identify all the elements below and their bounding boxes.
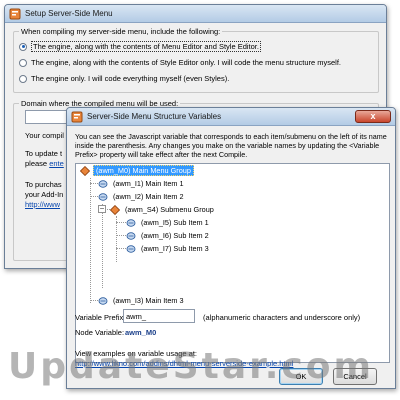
- tree-node-main-item-3[interactable]: (awm_I3) Main Item 3: [98, 295, 186, 306]
- tree-node-main-menu-group[interactable]: (awm_M0) Main Menu Group: [80, 165, 194, 176]
- app-icon: [71, 111, 83, 123]
- option-engine-only[interactable]: The engine only. I will code everything …: [19, 73, 229, 84]
- menu-item-icon: [98, 192, 108, 201]
- option-engine-menu-style[interactable]: The engine, along with the contents of M…: [19, 41, 261, 52]
- update-info-line2: please ente: [25, 159, 64, 168]
- compile-options-label: When compiling my server-side menu, incl…: [19, 27, 223, 36]
- update-info-text: To update t: [25, 149, 63, 158]
- option-label: The engine, along with the contents of S…: [31, 58, 342, 67]
- tree-node-main-item-2[interactable]: (awm_I2) Main Item 2: [98, 191, 186, 202]
- window2-titlebar[interactable]: Server-Side Menu Structure Variables x: [67, 108, 395, 126]
- tree-connector: [116, 222, 126, 223]
- purchase-info-line2: your Add-In: [25, 190, 64, 199]
- close-icon: x: [370, 111, 376, 121]
- variable-prefix-label: Variable Prefix:: [75, 313, 126, 322]
- menu-group-icon: [80, 165, 90, 176]
- tree-connector: [90, 196, 98, 197]
- tree-connector: [102, 204, 103, 288]
- watermark-text: UpdateStar.com: [8, 346, 374, 387]
- window2-title: Server-Side Menu Structure Variables: [87, 112, 222, 121]
- option-engine-style-only[interactable]: The engine, along with the contents of S…: [19, 57, 341, 68]
- window1-titlebar[interactable]: Setup Server-Side Menu: [5, 5, 386, 23]
- node-variable-value: awm_M0: [125, 328, 157, 337]
- app-icon: [9, 8, 21, 20]
- tree-connector: [90, 183, 98, 184]
- window1-title: Setup Server-Side Menu: [25, 9, 113, 18]
- compile-info-text: Your compil: [25, 131, 64, 140]
- menu-item-icon: [126, 218, 136, 227]
- radio-button[interactable]: [19, 58, 27, 67]
- enter-link[interactable]: ente: [49, 159, 64, 168]
- tree-node-submenu-group[interactable]: (awm_S4) Submenu Group: [110, 204, 216, 215]
- menu-item-icon: [126, 244, 136, 253]
- variable-prefix-input[interactable]: [123, 309, 195, 323]
- submenu-group-icon: [110, 204, 120, 215]
- collapse-toggle[interactable]: −: [98, 205, 106, 213]
- menu-item-icon: [126, 231, 136, 240]
- description-text: You can see the Javascript variable that…: [75, 132, 387, 159]
- option-label: The engine only. I will code everything …: [31, 74, 230, 83]
- purchase-info-text: To purchas: [25, 180, 62, 189]
- tree-node-sub-item-1[interactable]: (awm_I5) Sub Item 1: [126, 217, 211, 228]
- close-button[interactable]: x: [355, 110, 391, 123]
- tree-node-sub-item-2[interactable]: (awm_I6) Sub Item 2: [126, 230, 211, 241]
- tree-connector: [116, 248, 126, 249]
- variable-prefix-hint: (alphanumeric characters and underscore …: [203, 313, 361, 322]
- tree-connector: [116, 235, 126, 236]
- purchase-link[interactable]: http://www: [25, 200, 60, 209]
- tree-node-sub-item-3[interactable]: (awm_I7) Sub Item 3: [126, 243, 211, 254]
- radio-button[interactable]: [19, 74, 27, 83]
- tree-node-main-item-1[interactable]: (awm_I1) Main Item 1: [98, 178, 186, 189]
- node-variable-label: Node Variable:: [75, 328, 125, 337]
- tree-connector: [90, 300, 98, 301]
- option-label: The engine, along with the contents of M…: [31, 41, 261, 52]
- radio-button-selected[interactable]: [19, 42, 27, 51]
- menu-item-icon: [98, 179, 108, 188]
- menu-item-icon: [98, 296, 108, 305]
